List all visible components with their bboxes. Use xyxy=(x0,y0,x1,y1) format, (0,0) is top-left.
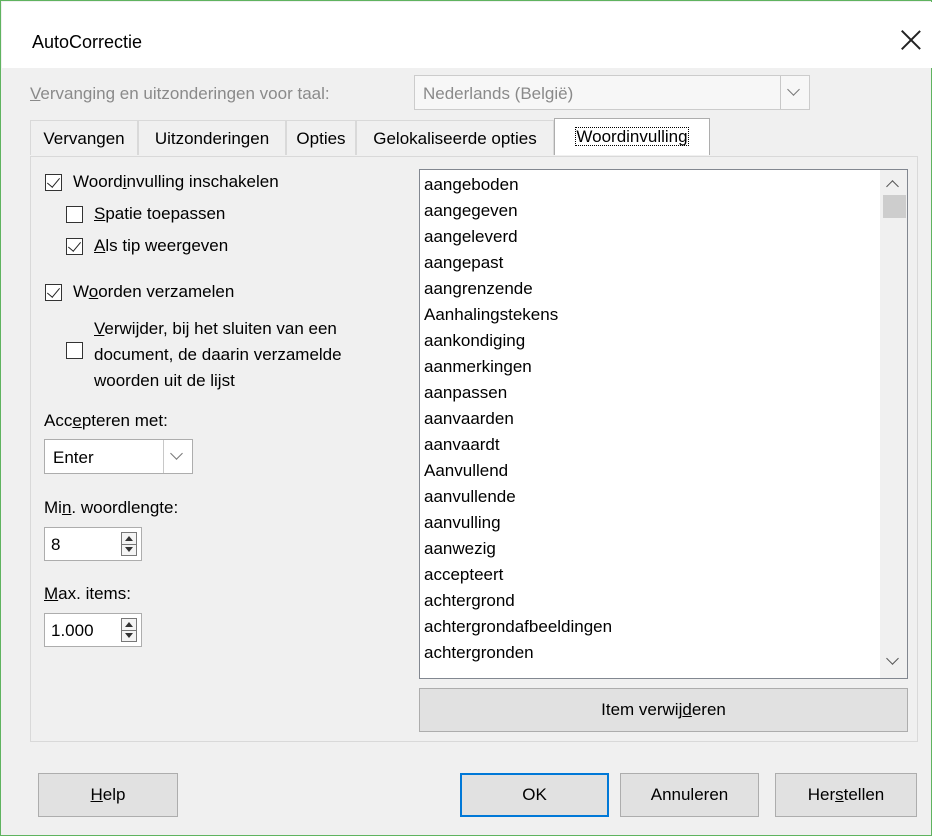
list-item[interactable]: achtergronden xyxy=(424,643,534,663)
list-item[interactable]: Aanhalingstekens xyxy=(424,305,558,325)
list-item[interactable]: aanmerkingen xyxy=(424,357,532,377)
list-item[interactable]: aanpassen xyxy=(424,383,507,403)
remove-on-close-checkbox[interactable] xyxy=(66,342,83,359)
chevron-down-icon xyxy=(163,440,192,473)
accept-with-label: Accepteren met: xyxy=(44,411,168,430)
list-item[interactable]: Aanvullend xyxy=(424,461,508,481)
min-word-length-spinner[interactable]: 8 xyxy=(44,527,142,561)
tab-woordinvulling[interactable]: Woordinvulling xyxy=(554,118,710,155)
accept-with-value: Enter xyxy=(53,448,94,467)
remove-on-close-label: Verwijder, bij het sluiten van een docum… xyxy=(94,319,342,390)
cancel-button[interactable]: Annuleren xyxy=(620,773,759,817)
append-space-checkbox[interactable] xyxy=(66,206,83,223)
list-item[interactable]: aangegeven xyxy=(424,201,518,221)
close-icon[interactable] xyxy=(894,24,928,58)
enable-word-completion-label: Woordinvulling inschakelen xyxy=(73,172,279,191)
list-item[interactable]: achtergrond xyxy=(424,591,515,611)
language-select-value: Nederlands (België) xyxy=(423,84,574,103)
tab-gelokaliseerde-opties[interactable]: Gelokaliseerde opties xyxy=(356,120,554,155)
spinner-arrows-icon[interactable] xyxy=(121,618,137,642)
tab-vervangen[interactable]: Vervangen xyxy=(30,120,138,155)
list-item[interactable]: aanwezig xyxy=(424,539,496,559)
collect-words-checkbox[interactable] xyxy=(45,284,62,301)
scrollbar-thumb[interactable] xyxy=(883,195,906,218)
list-item[interactable]: aanvaardt xyxy=(424,435,500,455)
list-item[interactable]: aangepast xyxy=(424,253,503,273)
max-items-value: 1.000 xyxy=(51,621,94,640)
show-as-tip-label: Als tip weergeven xyxy=(94,236,229,255)
scroll-down-icon[interactable] xyxy=(886,652,899,665)
list-item[interactable]: aangrenzende xyxy=(424,279,533,299)
accept-with-select[interactable]: Enter xyxy=(44,439,193,474)
chevron-down-icon xyxy=(780,76,809,109)
title-bar: AutoCorrectie xyxy=(2,2,932,68)
dialog-title: AutoCorrectie xyxy=(32,32,143,52)
max-items-label: Max. items: xyxy=(44,584,131,603)
list-item[interactable]: aanvaarden xyxy=(424,409,514,429)
list-item[interactable]: aanvullende xyxy=(424,487,516,507)
tab-woordinvulling-label: Woordinvulling xyxy=(575,127,689,146)
reset-button[interactable]: Herstellen xyxy=(775,773,917,817)
list-item[interactable]: aangeboden xyxy=(424,175,519,195)
collect-words-label: Woorden verzamelen xyxy=(73,282,235,301)
vertical-scrollbar[interactable] xyxy=(880,170,907,678)
delete-entry-button[interactable]: Item verwijderen xyxy=(419,688,908,732)
min-word-length-label: Min. woordlengte: xyxy=(44,498,179,517)
word-list[interactable]: aangeboden aangegeven aangeleverd aangep… xyxy=(419,169,908,679)
language-select[interactable]: Nederlands (België) xyxy=(414,75,810,110)
list-item[interactable]: achtergrondafbeeldingen xyxy=(424,617,612,637)
max-items-spinner[interactable]: 1.000 xyxy=(44,613,142,647)
show-as-tip-checkbox[interactable] xyxy=(66,238,83,255)
help-button[interactable]: Help xyxy=(38,773,178,817)
list-item[interactable]: aankondiging xyxy=(424,331,525,351)
enable-word-completion-checkbox[interactable] xyxy=(45,174,62,191)
list-item[interactable]: aangeleverd xyxy=(424,227,518,247)
language-label: Vervanging en uitzonderingen voor taal: xyxy=(30,84,330,103)
append-space-label: Spatie toepassen xyxy=(94,204,226,223)
tab-uitzonderingen[interactable]: Uitzonderingen xyxy=(138,120,286,155)
list-item[interactable]: aanvulling xyxy=(424,513,501,533)
scroll-up-icon[interactable] xyxy=(886,180,899,193)
ok-button[interactable]: OK xyxy=(460,773,609,817)
list-item[interactable]: accepteert xyxy=(424,565,503,585)
tab-opties[interactable]: Opties xyxy=(286,120,356,155)
min-word-length-value: 8 xyxy=(51,535,61,554)
spinner-arrows-icon[interactable] xyxy=(121,532,137,556)
